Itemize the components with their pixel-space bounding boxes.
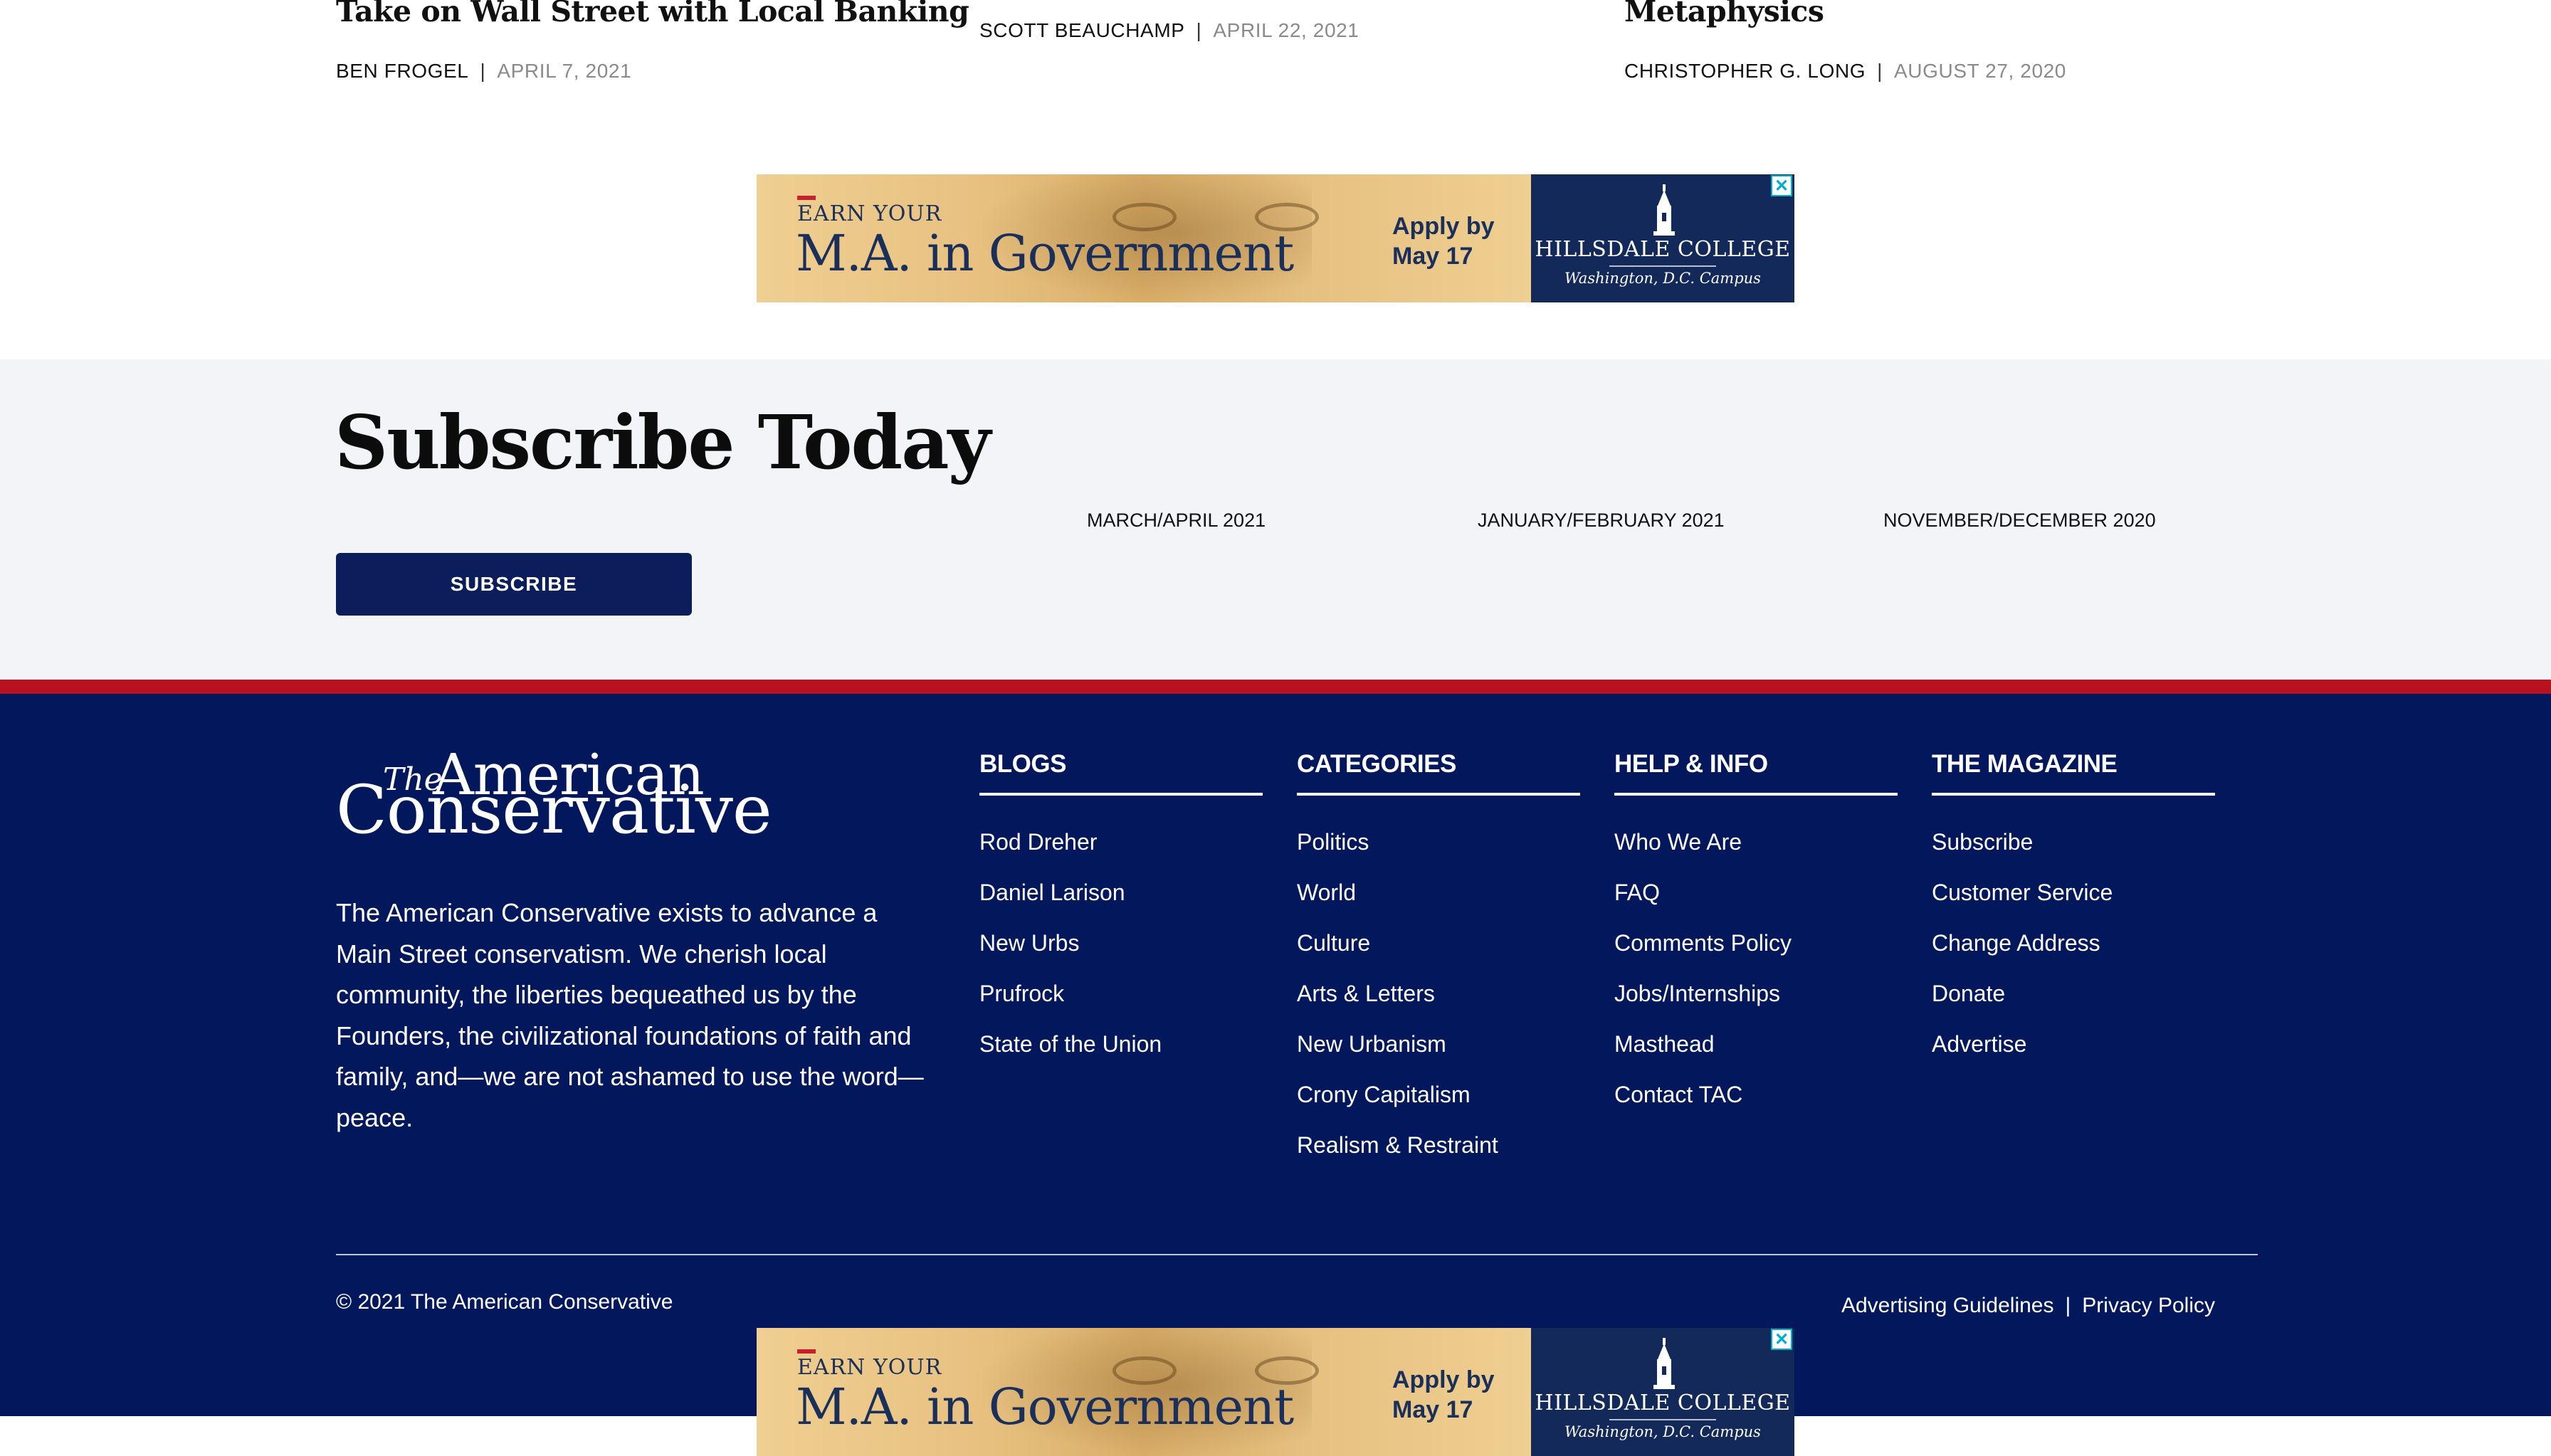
subscribe-title: Subscribe Today: [335, 399, 991, 486]
footer-link[interactable]: New Urbs: [979, 929, 1263, 980]
footer-link[interactable]: Donate: [1932, 980, 2215, 1030]
footer-link[interactable]: Contact TAC: [1614, 1081, 1898, 1131]
magazine-list: Subscribe Customer Service Change Addres…: [1932, 828, 2215, 1081]
ad-divider: [1609, 1419, 1716, 1420]
column-heading: HELP & INFO: [1614, 750, 1768, 778]
article-title[interactable]: Take on Wall Street with Local Banking: [336, 0, 969, 28]
ad-accent-bar: [797, 196, 816, 200]
subscribe-button[interactable]: SUBSCRIBE: [336, 553, 692, 616]
privacy-policy-link[interactable]: Privacy Policy: [2082, 1294, 2215, 1317]
article-title[interactable]: Metaphysics: [1624, 0, 1824, 28]
ad-campus: Washington, D.C. Campus: [1564, 1423, 1761, 1440]
column-rule: [1932, 793, 2215, 796]
college-tower-icon: [1653, 184, 1675, 236]
ad-campus: Washington, D.C. Campus: [1564, 270, 1761, 287]
advertising-guidelines-link[interactable]: Advertising Guidelines: [1841, 1294, 2054, 1317]
article-byline: SCOTT BEAUCHAMP | APRIL 22, 2021: [979, 19, 1359, 42]
footer-link[interactable]: Crony Capitalism: [1297, 1081, 1580, 1131]
help-list: Who We Are FAQ Comments Policy Jobs/Inte…: [1614, 828, 1898, 1131]
footer-link[interactable]: Comments Policy: [1614, 929, 1898, 980]
logo-conservative: Conservative: [336, 771, 772, 849]
footer-link[interactable]: Who We Are: [1614, 828, 1898, 879]
ad-earn-text: EARN YOUR: [797, 1355, 942, 1380]
categories-list: Politics World Culture Arts & Letters Ne…: [1297, 828, 1580, 1182]
article-date: AUGUST 27, 2020: [1894, 60, 2066, 82]
ad-artwork: EARN YOUR M.A. in Government Apply by Ma…: [757, 1328, 1531, 1456]
ad-headline: M.A. in Government: [796, 1378, 1294, 1436]
issue-link[interactable]: JANUARY/FEBRUARY 2021: [1478, 510, 1725, 532]
author-name[interactable]: BEN FROGEL: [336, 60, 468, 82]
legal-links: Advertising Guidelines | Privacy Policy: [1841, 1294, 2215, 1318]
article-date: APRIL 22, 2021: [1213, 19, 1359, 41]
footer-column-categories: CATEGORIES Politics World Culture Arts &…: [1297, 750, 1580, 1182]
article-byline: CHRISTOPHER G. LONG | AUGUST 27, 2020: [1624, 60, 2066, 83]
column-rule: [1297, 793, 1580, 796]
footer-link[interactable]: Culture: [1297, 929, 1580, 980]
column-heading: CATEGORIES: [1297, 750, 1456, 778]
site-logo[interactable]: The American Conservative: [336, 742, 772, 849]
ad-close-icon[interactable]: ✕: [1771, 175, 1792, 196]
footer-link[interactable]: State of the Union: [979, 1030, 1263, 1081]
footer-link[interactable]: Advertise: [1932, 1030, 2215, 1081]
footer-accent-bar: [0, 680, 2551, 694]
column-rule: [1614, 793, 1898, 796]
issue-link[interactable]: MARCH/APRIL 2021: [1087, 510, 1266, 532]
blogs-list: Rod Dreher Daniel Larison New Urbs Prufr…: [979, 828, 1263, 1081]
footer-link[interactable]: Jobs/Internships: [1614, 980, 1898, 1030]
footer-link[interactable]: Customer Service: [1932, 879, 2215, 929]
college-tower-icon: [1653, 1338, 1675, 1389]
byline-separator: |: [1877, 60, 1883, 82]
ad-college-panel: HILLSDALE COLLEGE Washington, D.C. Campu…: [1531, 1328, 1794, 1456]
ad-college-name: HILLSDALE COLLEGE: [1535, 1391, 1791, 1415]
footer-link[interactable]: Arts & Letters: [1297, 980, 1580, 1030]
author-name[interactable]: CHRISTOPHER G. LONG: [1624, 60, 1866, 82]
footer-link[interactable]: Change Address: [1932, 929, 2215, 980]
footer-link[interactable]: Masthead: [1614, 1030, 1898, 1081]
ad-artwork: EARN YOUR M.A. in Government Apply by Ma…: [757, 174, 1531, 302]
ad-close-icon[interactable]: ✕: [1771, 1329, 1792, 1350]
footer-link[interactable]: New Urbanism: [1297, 1030, 1580, 1081]
ad-apply-text: Apply by May 17: [1392, 1366, 1495, 1423]
article-byline: BEN FROGEL | APRIL 7, 2021: [336, 60, 631, 83]
byline-separator: |: [1196, 19, 1202, 41]
column-rule: [979, 793, 1263, 796]
issue-link[interactable]: NOVEMBER/DECEMBER 2020: [1883, 510, 2156, 532]
mission-statement: The American Conservative exists to adva…: [336, 898, 924, 1132]
footer-column-blogs: BLOGS Rod Dreher Daniel Larison New Urbs…: [979, 750, 1263, 1081]
author-name[interactable]: SCOTT BEAUCHAMP: [979, 19, 1185, 41]
footer-link[interactable]: Rod Dreher: [979, 828, 1263, 879]
footer-link[interactable]: World: [1297, 879, 1580, 929]
byline-separator: |: [480, 60, 486, 82]
footer-link[interactable]: FAQ: [1614, 879, 1898, 929]
ad-divider: [1609, 265, 1716, 267]
sticky-ad-banner[interactable]: EARN YOUR M.A. in Government Apply by Ma…: [757, 1328, 1794, 1456]
ad-apply-text: Apply by May 17: [1392, 213, 1495, 270]
footer-column-help: HELP & INFO Who We Are FAQ Comments Poli…: [1614, 750, 1898, 1131]
copyright: © 2021 The American Conservative: [336, 1290, 673, 1314]
footer-link[interactable]: Daniel Larison: [979, 879, 1263, 929]
footer-link[interactable]: Subscribe: [1932, 828, 2215, 879]
ad-college-name: HILLSDALE COLLEGE: [1535, 237, 1791, 262]
legal-separator: |: [2065, 1294, 2071, 1317]
footer-link[interactable]: Politics: [1297, 828, 1580, 879]
footer-divider: [336, 1254, 2258, 1255]
ad-accent-bar: [797, 1349, 816, 1354]
footer-link[interactable]: Prufrock: [979, 980, 1263, 1030]
footer-column-magazine: THE MAGAZINE Subscribe Customer Service …: [1932, 750, 2215, 1081]
ad-earn-text: EARN YOUR: [797, 201, 942, 226]
ad-banner[interactable]: EARN YOUR M.A. in Government Apply by Ma…: [757, 174, 1794, 302]
article-date: APRIL 7, 2021: [497, 60, 632, 82]
ad-college-panel: HILLSDALE COLLEGE Washington, D.C. Campu…: [1531, 174, 1794, 302]
ad-headline: M.A. in Government: [796, 224, 1294, 283]
column-heading: THE MAGAZINE: [1932, 750, 2118, 778]
footer-link[interactable]: Realism & Restraint: [1297, 1131, 1580, 1182]
column-heading: BLOGS: [979, 750, 1066, 778]
